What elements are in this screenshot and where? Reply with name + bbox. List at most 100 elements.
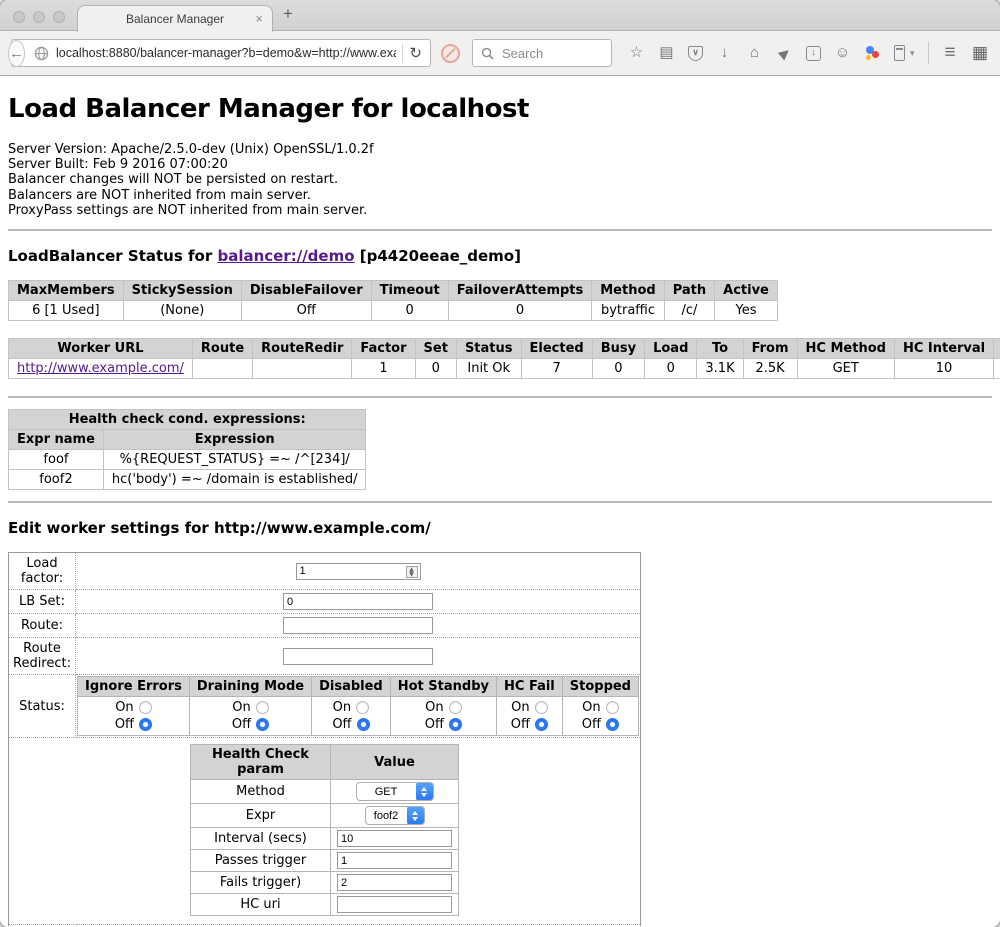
bookmark-star-icon[interactable]: ☆ bbox=[628, 45, 645, 61]
column-header: Expr name bbox=[9, 430, 104, 450]
status-radio-hc-fail-on[interactable] bbox=[535, 701, 548, 714]
column-header: StickySession bbox=[123, 281, 241, 301]
column-header: HC Fail bbox=[497, 677, 563, 697]
expression-cell: hc('body') =~ /domain is established/ bbox=[103, 470, 366, 490]
address-bar[interactable]: localhost:8880/balancer-manager?b=demo&w… bbox=[11, 39, 431, 67]
form-row-route-redirect: Route Redirect: bbox=[9, 638, 641, 675]
page-title: Load Balancer Manager for localhost bbox=[8, 94, 992, 124]
table-cell: (None) bbox=[123, 301, 241, 321]
status-radio-ignore-errors-off[interactable] bbox=[139, 718, 152, 731]
zoom-window-button[interactable] bbox=[53, 11, 65, 23]
back-button[interactable]: ← bbox=[8, 40, 25, 67]
hc-expressions-title: Health check cond. expressions: bbox=[9, 410, 366, 430]
column-header: MaxMembers bbox=[9, 281, 124, 301]
table-header-row: Worker URL Route RouteRedir Factor Set S… bbox=[9, 339, 1000, 359]
status-radio-hot-standby-on[interactable] bbox=[449, 701, 462, 714]
minimize-window-button[interactable] bbox=[33, 11, 45, 23]
hc-row-expr: Expr foof2 bbox=[191, 804, 459, 828]
load-factor-input[interactable] bbox=[296, 563, 421, 580]
new-tab-button[interactable]: + bbox=[283, 4, 293, 24]
interval-label: Interval (secs) bbox=[191, 828, 331, 850]
menu-icon[interactable]: ≡ bbox=[942, 45, 959, 61]
off-label: Off bbox=[582, 716, 601, 733]
column-header: Worker URL bbox=[9, 339, 193, 359]
table-header-row: Health check cond. expressions: bbox=[9, 410, 366, 430]
pocket-icon[interactable]: ∨ bbox=[688, 46, 703, 61]
method-select[interactable]: GET bbox=[356, 782, 434, 801]
worker-url-link[interactable]: http://www.example.com/ bbox=[17, 361, 184, 376]
expr-name-cell: foof bbox=[9, 450, 104, 470]
status-radio-stopped-on[interactable] bbox=[606, 701, 619, 714]
status-radio-disabled-off[interactable] bbox=[357, 718, 370, 731]
status-radio-hc-fail-off[interactable] bbox=[535, 718, 548, 731]
on-label: On bbox=[582, 699, 600, 716]
send-icon[interactable]: ▶ bbox=[773, 41, 796, 64]
status-radio-stopped-off[interactable] bbox=[606, 718, 619, 731]
number-spinner-icon[interactable]: ▲▼ bbox=[406, 566, 418, 578]
table-cell: Off bbox=[241, 301, 371, 321]
column-header: Status bbox=[456, 339, 521, 359]
column-header: Path bbox=[664, 281, 714, 301]
table-header-row: MaxMembers StickySession DisableFailover… bbox=[9, 281, 778, 301]
blocked-content-icon[interactable] bbox=[441, 44, 460, 63]
reading-list-icon[interactable]: ▤ bbox=[658, 45, 675, 61]
table-cell: 0 bbox=[371, 301, 448, 321]
table-cell bbox=[192, 359, 252, 379]
status-radio-hot-standby-off[interactable] bbox=[449, 718, 462, 731]
hc-uri-input[interactable] bbox=[337, 896, 452, 913]
form-row-route: Route: bbox=[9, 614, 641, 638]
tab-close-icon[interactable]: × bbox=[255, 11, 263, 26]
lb-set-input[interactable] bbox=[283, 593, 433, 610]
form-row-hc-params: Health Check param Value Method GET bbox=[9, 738, 641, 925]
tab-title: Balancer Manager bbox=[126, 12, 224, 26]
url-text[interactable]: localhost:8880/balancer-manager?b=demo&w… bbox=[56, 46, 396, 60]
table-row: foof2 hc('body') =~ /domain is establish… bbox=[9, 470, 366, 490]
status-radio-draining-mode-off[interactable] bbox=[256, 718, 269, 731]
window-controls[interactable] bbox=[13, 11, 65, 23]
column-header: Load bbox=[645, 339, 697, 359]
column-header: Draining Mode bbox=[189, 677, 311, 697]
close-window-button[interactable] bbox=[13, 11, 25, 23]
route-redirect-input[interactable] bbox=[283, 648, 433, 665]
column-header: Set bbox=[415, 339, 456, 359]
hc-row-method: Method GET bbox=[191, 780, 459, 804]
column-header: DisableFailover bbox=[241, 281, 371, 301]
status-radio-ignore-errors-on[interactable] bbox=[139, 701, 152, 714]
table-cell: 0 bbox=[415, 359, 456, 379]
interval-input[interactable] bbox=[337, 830, 452, 847]
fails-input[interactable] bbox=[337, 874, 452, 891]
worker-row: http://www.example.com/ 1 0 Init Ok 7 0 … bbox=[9, 359, 1000, 379]
search-bar[interactable] bbox=[472, 39, 612, 67]
passes-input[interactable] bbox=[337, 852, 452, 869]
chat-icon[interactable]: ☺ bbox=[834, 45, 851, 61]
hc-params-table: Health Check param Value Method GET bbox=[190, 744, 459, 916]
column-header: Health Check param bbox=[191, 745, 331, 780]
column-header: HC Interval bbox=[894, 339, 993, 359]
tab-balancer-manager[interactable]: Balancer Manager × bbox=[77, 5, 273, 32]
search-icon bbox=[481, 47, 494, 60]
save-to-device-icon[interactable]: ↓ bbox=[806, 46, 821, 61]
search-input[interactable] bbox=[500, 45, 603, 62]
route-input[interactable] bbox=[283, 617, 433, 634]
extension-dots-icon[interactable] bbox=[864, 45, 881, 61]
browser-toolbar: ← localhost:8880/balancer-manager?b=demo… bbox=[0, 31, 1000, 76]
downloads-icon[interactable]: ↓ bbox=[716, 45, 733, 61]
urlbar-divider bbox=[402, 44, 403, 62]
balancer-link[interactable]: balancer://demo bbox=[217, 247, 354, 265]
table-cell: bytraffic bbox=[592, 301, 664, 321]
reload-icon[interactable]: ↻ bbox=[409, 44, 430, 62]
table-cell: /c/ bbox=[664, 301, 714, 321]
home-icon[interactable]: ⌂ bbox=[746, 45, 763, 61]
select-stepper-icon bbox=[416, 782, 433, 801]
divider bbox=[8, 501, 992, 503]
battery-icon[interactable] bbox=[894, 45, 905, 61]
status-radio-draining-mode-on[interactable] bbox=[256, 701, 269, 714]
overflow-caret-icon[interactable]: ▾ bbox=[910, 48, 915, 59]
apps-grid-icon[interactable]: ▦ bbox=[972, 45, 989, 61]
status-radio-disabled-on[interactable] bbox=[356, 701, 369, 714]
column-header: Factor bbox=[352, 339, 415, 359]
expr-name-cell: foof2 bbox=[9, 470, 104, 490]
hc-uri-label: HC uri bbox=[191, 894, 331, 916]
expr-select[interactable]: foof2 bbox=[365, 806, 425, 825]
form-row-lb-set: LB Set: bbox=[9, 590, 641, 614]
